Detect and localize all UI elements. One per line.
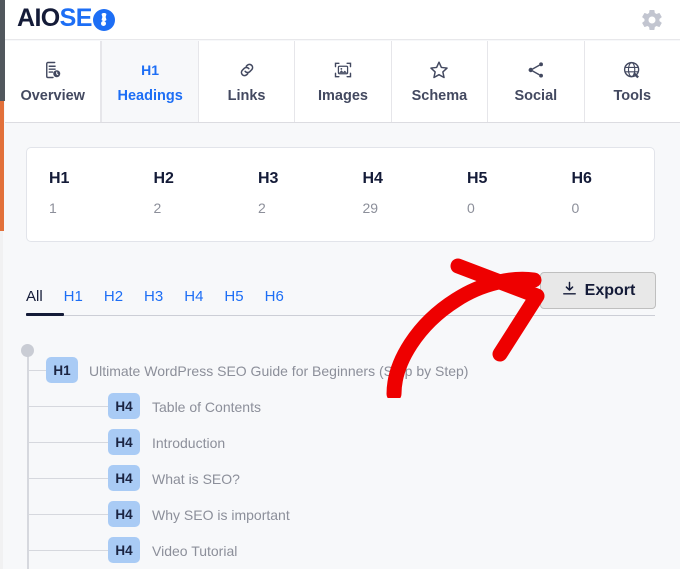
tab-tools-label: Tools [613,88,652,104]
filter-active-indicator [26,313,64,316]
tab-headings[interactable]: H1 Headings [101,41,199,122]
tab-images[interactable]: Images [295,41,392,122]
stat-h6: H6 0 [550,170,655,241]
stat-h2: H2 2 [132,170,237,241]
tab-social[interactable]: Social [488,41,585,122]
tab-overview-label: Overview [20,88,85,104]
wp-admin-accent-strip-1 [0,101,4,169]
tab-images-label: Images [317,88,368,104]
tree-branch-line [28,370,46,371]
filter-h2[interactable]: H2 [104,288,123,315]
tree-row[interactable]: H4 Introduction [26,424,655,460]
app-header: AIO SE [5,0,680,40]
stat-h5: H5 0 [445,170,550,241]
heading-level-badge: H4 [108,393,140,419]
heading-text: What is SEO? [152,471,240,487]
stat-h3: H3 2 [236,170,341,241]
heading-text: Ultimate WordPress SEO Guide for Beginne… [89,363,469,379]
stat-h1-value: 1 [49,200,57,216]
heading-counts-card: H1 1 H2 2 H3 2 H4 29 H5 0 H6 0 [26,147,655,242]
main-nav-tabs: Overview H1 Headings Links Images Schema… [5,41,680,123]
tab-overview[interactable]: Overview [5,41,102,122]
stat-h6-label: H6 [571,170,592,187]
heading-level-badge: H4 [108,537,140,563]
tab-links-label: Links [227,88,266,104]
heading-text: Introduction [152,435,226,451]
tree-branch-line [28,442,108,443]
tab-social-label: Social [514,88,558,104]
stat-h2-label: H2 [153,170,174,187]
filter-h6[interactable]: H6 [265,288,284,315]
aioseo-circle-dot [101,20,107,26]
tree-branch-line [28,406,108,407]
filter-h3[interactable]: H3 [144,288,163,315]
stat-h1-label: H1 [49,170,70,187]
stat-h5-label: H5 [467,170,488,187]
tree-row[interactable]: H4 Video Tutorial [26,532,655,568]
stat-h4-value: 29 [362,200,379,216]
filter-h4[interactable]: H4 [184,288,203,315]
logo-text-aio: AIO [17,4,60,32]
heading-level-badge: H1 [46,357,78,383]
heading-level-badge: H4 [108,429,140,455]
heading-text: Video Tutorial [152,543,238,559]
stat-h3-label: H3 [258,170,279,187]
wp-admin-accent-strip-2 [0,169,4,231]
aioseo-headings-panel: AIO SE Overview H1 Headings Links Images… [0,0,680,569]
tree-branch-line [28,514,108,515]
stat-h2-value: 2 [153,200,162,216]
wp-admin-edge-filler [0,231,3,569]
tab-schema-label: Schema [411,88,468,104]
filter-h1[interactable]: H1 [64,288,83,315]
filter-divider [26,315,655,316]
heading-level-badge: H4 [108,501,140,527]
tab-headings-label: Headings [117,88,183,104]
stat-h1: H1 1 [27,170,132,241]
tab-links[interactable]: Links [198,41,296,122]
share-icon [525,59,547,81]
star-icon [428,59,450,81]
headings-tree: H1 Ultimate WordPress SEO Guide for Begi… [21,340,655,569]
export-button[interactable]: Export [540,272,656,309]
link-icon [236,59,258,81]
download-icon [561,280,578,302]
filter-h5[interactable]: H5 [224,288,243,315]
heading-text: Table of Contents [152,399,261,415]
tree-row[interactable]: H4 What is SEO? [26,460,655,496]
logo-text-se: SE [59,4,93,32]
tree-row[interactable]: H1 Ultimate WordPress SEO Guide for Begi… [26,352,655,388]
globe-wrench-icon [622,59,643,81]
stat-h4-label: H4 [362,170,383,187]
filter-all[interactable]: All [26,288,43,315]
heading-text: Why SEO is important [152,507,290,523]
tree-branch-line [28,550,108,551]
h1-icon: H1 [141,62,160,78]
tree-row[interactable]: H4 Why SEO is important [26,496,655,532]
aioseo-circle-icon [92,8,115,31]
export-button-label: Export [584,281,636,299]
image-frame-icon [333,59,353,81]
stat-h4: H4 29 [341,170,446,241]
tree-branch-line [28,478,108,479]
gear-icon[interactable] [640,8,664,32]
stat-h3-value: 2 [258,200,266,216]
heading-level-badge: H4 [108,465,140,491]
tab-tools[interactable]: Tools [584,41,680,122]
stat-h5-value: 0 [467,200,475,216]
tab-schema[interactable]: Schema [391,41,489,122]
aioseo-logo: AIO SE [17,4,115,33]
tree-row[interactable]: H4 Table of Contents [26,388,655,424]
stat-h6-value: 0 [571,200,580,216]
document-clock-icon [43,59,63,81]
